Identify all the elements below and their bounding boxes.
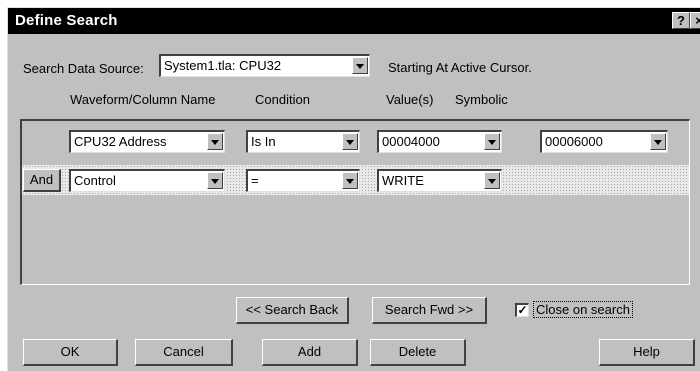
chevron-down-icon[interactable] [484, 172, 500, 189]
chevron-down-icon[interactable] [650, 133, 666, 150]
define-search-dialog: Define Search ? × Search Data Source: Sy… [7, 7, 700, 371]
chevron-down-icon[interactable] [352, 57, 368, 74]
help-button[interactable]: Help [599, 339, 695, 366]
value-select-value: WRITE [382, 173, 424, 188]
title-bar: Define Search ? × [8, 8, 700, 34]
value-select[interactable]: WRITE [377, 169, 502, 192]
column-header-values: Value(s) [386, 92, 434, 107]
delete-button[interactable]: Delete [370, 339, 466, 366]
waveform-select-value: Control [74, 173, 116, 188]
condition-select[interactable]: Is In [246, 130, 360, 153]
waveform-select-value: CPU32 Address [74, 134, 167, 149]
chevron-down-icon[interactable] [207, 172, 223, 189]
and-connector-button[interactable]: And [23, 169, 61, 192]
condition-select[interactable]: = [246, 169, 360, 192]
chevron-down-icon[interactable] [207, 133, 223, 150]
ok-button[interactable]: OK [23, 339, 118, 366]
close-on-search-checkbox[interactable]: ✓ [515, 303, 529, 317]
search-data-source-select[interactable]: System1.tla: CPU32 [159, 54, 370, 77]
chevron-down-icon[interactable] [484, 133, 500, 150]
value-select[interactable]: 00004000 [377, 130, 502, 153]
column-header-condition: Condition [255, 92, 310, 107]
waveform-select[interactable]: CPU32 Address [69, 130, 225, 153]
close-on-search-label[interactable]: Close on search [533, 301, 633, 318]
close-title-button[interactable]: × [690, 12, 700, 29]
help-title-button[interactable]: ? [672, 12, 690, 29]
search-back-button[interactable]: << Search Back [236, 297, 349, 324]
column-header-waveform: Waveform/Column Name [70, 92, 216, 107]
chevron-down-icon[interactable] [342, 172, 358, 189]
value-upper-select-value: 00006000 [545, 134, 603, 149]
value-select-value: 00004000 [382, 134, 440, 149]
search-forward-button[interactable]: Search Fwd >> [372, 297, 487, 324]
value-upper-select[interactable]: 00006000 [540, 130, 668, 153]
starting-at-text: Starting At Active Cursor. [388, 60, 532, 75]
window-title: Define Search [15, 12, 118, 29]
cancel-button[interactable]: Cancel [135, 339, 233, 366]
search-criteria-grid: CPU32 Address Is In 00004000 00006000 An… [20, 119, 690, 285]
column-header-symbolic: Symbolic [455, 92, 508, 107]
chevron-down-icon[interactable] [342, 133, 358, 150]
table-row: And Control = WRITE [22, 165, 689, 195]
checkmark-icon: ✓ [517, 303, 528, 317]
search-data-source-label: Search Data Source: [23, 61, 144, 76]
condition-select-value: Is In [251, 134, 276, 149]
waveform-select[interactable]: Control [69, 169, 225, 192]
add-button[interactable]: Add [262, 339, 358, 366]
search-data-source-value: System1.tla: CPU32 [164, 58, 282, 73]
condition-select-value: = [251, 173, 259, 188]
